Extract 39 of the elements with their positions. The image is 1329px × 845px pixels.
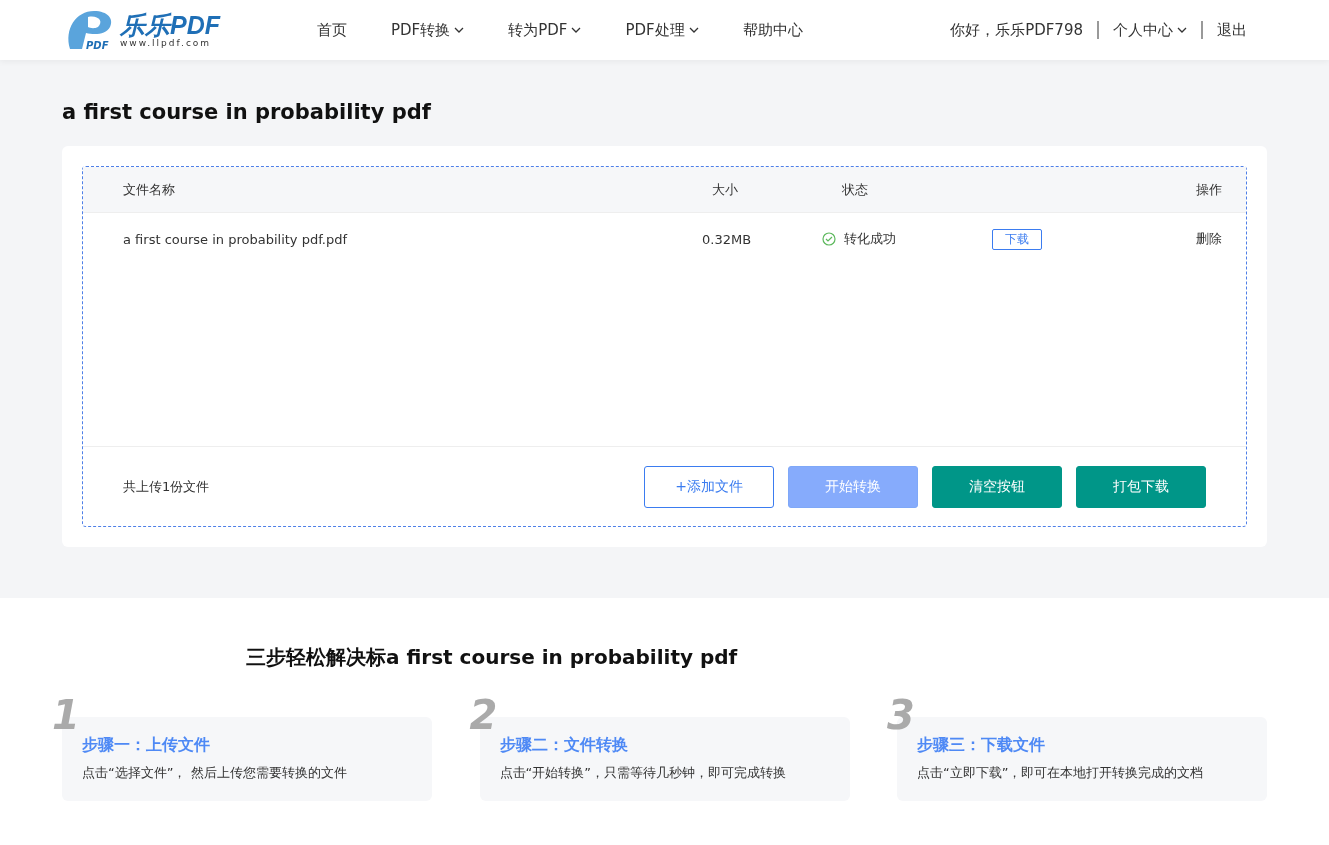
nav-link[interactable]: 帮助中心 xyxy=(742,20,803,40)
logo-url: www.llpdf.com xyxy=(120,38,213,48)
column-header: 状态 xyxy=(841,180,869,199)
delete-link[interactable]: 删除 xyxy=(1196,230,1222,248)
chevron-down-icon xyxy=(1177,27,1187,33)
chevron-down-icon xyxy=(571,27,582,33)
column-header: 操作 xyxy=(1196,180,1222,199)
action-button[interactable]: 清空按钮 xyxy=(932,465,1062,508)
step-text: 点击“选择文件”， 然后上传您需要转换的文件 xyxy=(82,764,348,782)
step-number: 3 xyxy=(887,695,915,735)
step-title: 步骤一：上传文件 xyxy=(82,735,211,756)
upload-count: 共上传1份文件 xyxy=(123,477,211,496)
step-number: 1 xyxy=(52,695,80,735)
user-center-link[interactable]: 个人中心 xyxy=(1113,20,1187,40)
logout-link[interactable]: 退出 xyxy=(1217,20,1247,40)
file-name: a first course in probability pdf.pdf xyxy=(123,231,349,247)
nav-link[interactable]: 转为PDF xyxy=(508,20,582,40)
check-circle-icon xyxy=(822,232,836,246)
steps-heading: 三步轻松解决标a first course in probability pdf xyxy=(246,644,739,671)
file-size: 0.32MB xyxy=(701,231,753,247)
step-text: 点击“立即下载”，即可在本地打开转换完成的文档 xyxy=(917,764,1205,782)
step-text: 点击“开始转换”，只需等待几秒钟，即可完成转换 xyxy=(499,764,787,782)
column-header: 大小 xyxy=(711,180,739,199)
user-greeting: 你好，乐乐PDF798 xyxy=(950,20,1083,40)
nav-link[interactable]: PDF转换 xyxy=(391,20,465,40)
nav-link[interactable]: PDF处理 xyxy=(625,20,699,40)
status-text: 转化成功 xyxy=(844,230,896,248)
page-title: a first course in probability pdf xyxy=(62,100,432,124)
action-button[interactable]: 打包下载 xyxy=(1076,465,1206,508)
step-title: 步骤三：下载文件 xyxy=(917,735,1046,756)
step-number: 2 xyxy=(469,695,498,735)
step-title: 步骤二：文件转换 xyxy=(499,735,629,756)
action-button[interactable]: +添加文件 xyxy=(644,465,774,508)
download-button[interactable]: 下载 xyxy=(992,228,1042,250)
chevron-down-icon xyxy=(454,27,465,33)
nav-link[interactable]: 首页 xyxy=(317,20,347,40)
chevron-down-icon xyxy=(688,27,699,33)
column-header: 文件名称 xyxy=(123,180,176,199)
logo-name: 乐乐PDF xyxy=(120,12,220,38)
